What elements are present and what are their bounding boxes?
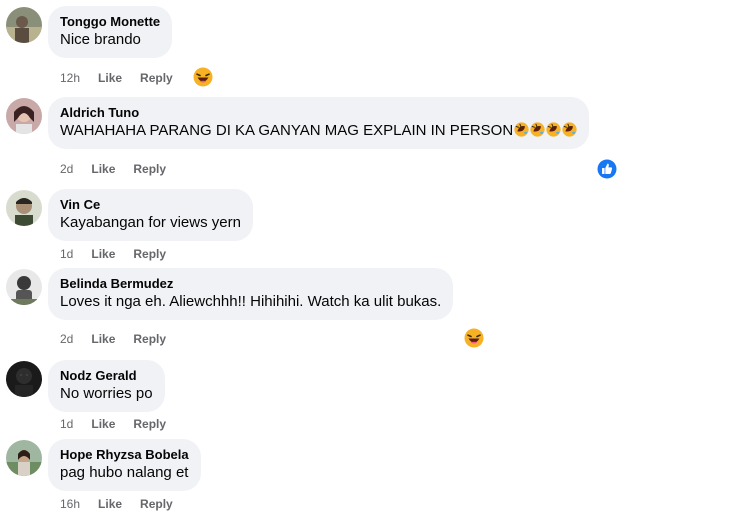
comment-bubble: Belinda Bermudez Loves it nga eh. Aliewc…	[48, 268, 454, 320]
reply-button[interactable]: Reply	[133, 161, 166, 177]
comment-text: pag hubo nalang et	[60, 464, 189, 481]
commenter-name[interactable]: Vin Ce	[60, 197, 241, 213]
like-reaction-icon[interactable]	[597, 159, 617, 179]
comment-text: Nice brando	[60, 31, 141, 48]
commenter-name[interactable]: Aldrich Tuno	[60, 105, 577, 121]
reply-button[interactable]: Reply	[133, 331, 166, 347]
avatar[interactable]	[6, 98, 42, 134]
avatar[interactable]	[6, 440, 42, 476]
reply-button[interactable]: Reply	[140, 70, 173, 86]
comment-text-content: WAHAHAHA PARANG DI KA GANYAN MAG EXPLAIN…	[60, 122, 514, 139]
comment-time[interactable]: 2d	[60, 161, 73, 177]
comment-text: Kayabangan for views yern	[60, 214, 241, 231]
comment-text: WAHAHAHA PARANG DI KA GANYAN MAG EXPLAIN…	[60, 121, 577, 140]
comment-actions: 1d Like Reply	[60, 416, 184, 432]
avatar[interactable]	[6, 190, 42, 226]
rofl-emoji-icon	[546, 122, 561, 137]
avatar[interactable]	[6, 361, 42, 397]
like-button[interactable]: Like	[91, 416, 115, 432]
avatar[interactable]	[6, 269, 42, 305]
comment-actions: 2d Like Reply	[60, 331, 184, 347]
comment-bubble: Vin Ce Kayabangan for views yern	[48, 189, 253, 241]
comment-actions: 1d Like Reply	[60, 246, 184, 262]
comment-time[interactable]: 12h	[60, 70, 80, 86]
like-button[interactable]: Like	[91, 331, 115, 347]
comment-time[interactable]: 16h	[60, 496, 80, 512]
like-button[interactable]: Like	[98, 70, 122, 86]
haha-reaction-icon[interactable]	[464, 328, 484, 348]
comment-time[interactable]: 1d	[60, 416, 73, 432]
comment-actions: 12h Like Reply	[60, 70, 191, 86]
comment-text: Loves it nga eh. Aliewchhh!! Hihihihi. W…	[60, 293, 442, 310]
comment-bubble: Tonggo Monette Nice brando	[48, 6, 173, 58]
reply-button[interactable]: Reply	[133, 246, 166, 262]
like-button[interactable]: Like	[91, 246, 115, 262]
comment-actions: 16h Like Reply	[60, 496, 191, 512]
comment-text: No worries po	[60, 385, 153, 402]
comment-time[interactable]: 2d	[60, 331, 73, 347]
comment-bubble: Nodz Gerald No worries po	[48, 360, 165, 412]
commenter-name[interactable]: Belinda Bermudez	[60, 276, 441, 292]
reply-button[interactable]: Reply	[140, 496, 173, 512]
haha-reaction-icon[interactable]	[193, 67, 213, 87]
like-button[interactable]: Like	[91, 161, 115, 177]
avatar[interactable]	[6, 7, 42, 43]
reply-button[interactable]: Reply	[133, 416, 166, 432]
rofl-emoji-icon	[562, 122, 577, 137]
rofl-emoji-icon	[530, 122, 545, 137]
commenter-name[interactable]: Hope Rhyzsa Bobela	[60, 447, 189, 463]
rofl-emoji-icon	[514, 122, 529, 137]
comment-bubble: Hope Rhyzsa Bobela pag hubo nalang et	[48, 439, 201, 491]
comment-bubble: Aldrich Tuno WAHAHAHA PARANG DI KA GANYA…	[48, 97, 590, 149]
comment-actions: 2d Like Reply	[60, 161, 184, 177]
like-button[interactable]: Like	[98, 496, 122, 512]
commenter-name[interactable]: Tonggo Monette	[60, 14, 160, 30]
comment-time[interactable]: 1d	[60, 246, 73, 262]
commenter-name[interactable]: Nodz Gerald	[60, 368, 153, 384]
